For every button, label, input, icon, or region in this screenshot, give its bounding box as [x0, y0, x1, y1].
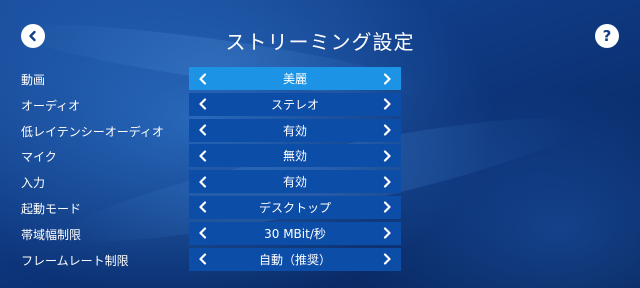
setting-value: デスクトップ [258, 200, 331, 215]
setting-label: 起動モード [21, 201, 82, 216]
next-option-button[interactable] [373, 170, 401, 193]
setting-row-launch-mode: 起動モード デスクトップ [0, 195, 640, 222]
chevron-left-icon [199, 98, 207, 110]
chevron-right-icon [383, 98, 391, 110]
settings-list: 動画 美麗 オーディオ ステレオ 低レイテンシーオーディオ 有効 マイク 無効 … [0, 67, 640, 273]
setting-selector[interactable]: 美麗 [189, 67, 401, 90]
setting-selector[interactable]: 30 MBit/秒 [189, 221, 401, 245]
previous-option-button[interactable] [189, 67, 217, 90]
setting-value: 有効 [282, 175, 307, 190]
chevron-left-icon [199, 201, 207, 214]
chevron-right-icon [383, 227, 391, 239]
chevron-right-icon [383, 72, 391, 85]
previous-option-button[interactable] [189, 248, 217, 271]
chevron-left-icon [199, 227, 207, 239]
setting-value: ステレオ [270, 97, 319, 112]
setting-row-bandwidth-limit: 帯域幅制限 30 MBit/秒 [0, 221, 640, 248]
next-option-button[interactable] [373, 144, 401, 167]
previous-option-button[interactable] [189, 93, 217, 116]
setting-selector[interactable]: ステレオ [189, 92, 401, 116]
next-option-button[interactable] [373, 222, 401, 245]
setting-selector[interactable]: 自動（推奨） [189, 247, 401, 271]
previous-option-button[interactable] [189, 196, 217, 219]
setting-value: 無効 [282, 149, 307, 164]
setting-label: 低レイテンシーオーディオ [21, 124, 164, 139]
chevron-left-icon [199, 176, 207, 188]
next-option-button[interactable] [373, 67, 401, 90]
setting-selector[interactable]: デスクトップ [189, 195, 401, 219]
setting-value: 美麗 [282, 72, 307, 86]
setting-label: 動画 [21, 73, 46, 87]
next-option-button[interactable] [373, 93, 401, 116]
setting-value: 有効 [282, 123, 307, 138]
chevron-left-icon [199, 124, 207, 136]
chevron-right-icon [383, 124, 391, 136]
setting-label: 入力 [21, 176, 46, 191]
previous-option-button[interactable] [189, 144, 217, 167]
chevron-right-icon [383, 176, 391, 188]
setting-selector[interactable]: 有効 [189, 118, 401, 142]
chevron-left-icon [199, 72, 207, 85]
header: ストリーミング設定 ? [0, 0, 640, 66]
chevron-left-icon [199, 253, 207, 265]
help-button[interactable]: ? [595, 24, 619, 48]
setting-label: 帯域幅制限 [21, 227, 82, 242]
setting-label: フレームレート制限 [21, 253, 129, 268]
chevron-right-icon [383, 201, 391, 214]
next-option-button[interactable] [373, 196, 401, 219]
previous-option-button[interactable] [189, 170, 217, 193]
chevron-right-icon [383, 150, 391, 162]
next-option-button[interactable] [373, 248, 401, 271]
setting-row-framerate-limit: フレームレート制限 自動（推奨） [0, 247, 640, 274]
setting-label: オーディオ [21, 98, 81, 113]
setting-label: マイク [21, 150, 57, 165]
setting-value: 30 MBit/秒 [264, 226, 326, 241]
setting-row-input: 入力 有効 [0, 170, 640, 196]
setting-selector[interactable]: 無効 [189, 144, 401, 168]
setting-selector[interactable]: 有効 [189, 170, 401, 194]
setting-row-video: 動画 美麗 [0, 67, 640, 93]
setting-row-audio: オーディオ ステレオ [0, 92, 640, 119]
previous-option-button[interactable] [189, 119, 217, 142]
previous-option-button[interactable] [189, 222, 217, 245]
page-title: ストリーミング設定 [225, 30, 415, 54]
next-option-button[interactable] [373, 119, 401, 142]
setting-row-low-latency-audio: 低レイテンシーオーディオ 有効 [0, 118, 640, 145]
chevron-right-icon [383, 253, 391, 265]
chevron-left-icon [199, 150, 207, 162]
setting-value: 自動（推奨） [258, 252, 331, 267]
setting-row-microphone: マイク 無効 [0, 144, 640, 170]
